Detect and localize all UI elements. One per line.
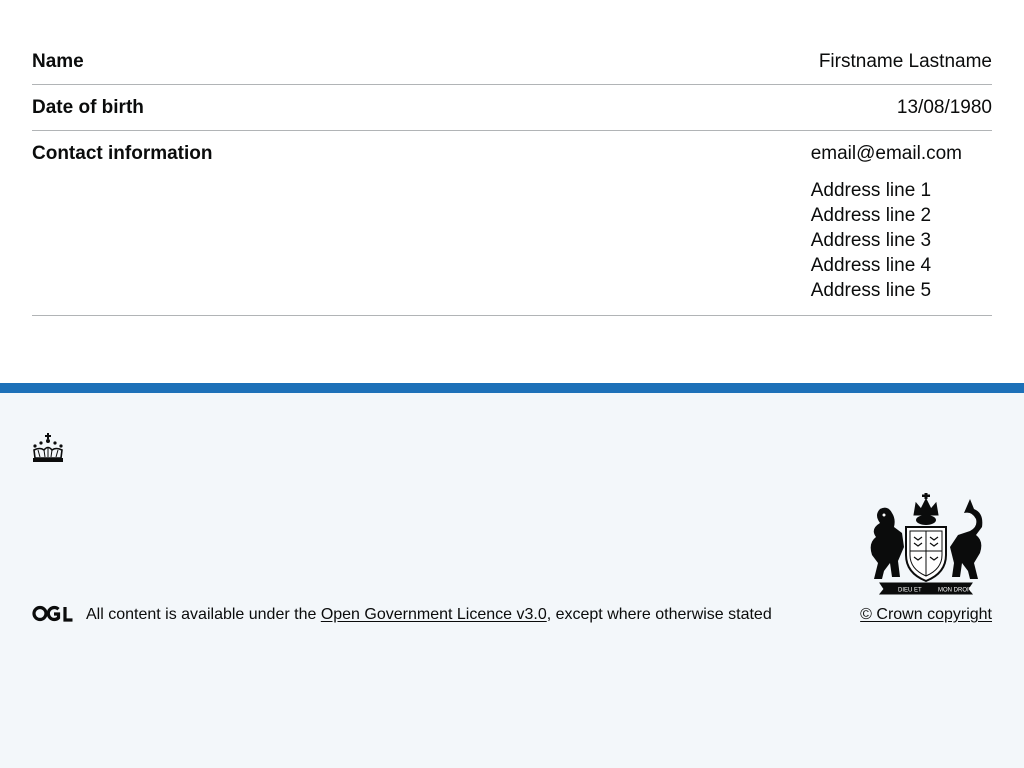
address-line: Address line 2 <box>810 205 932 226</box>
footer: All content is available under the Open … <box>0 383 1024 768</box>
address-line: Address line 1 <box>810 180 932 201</box>
summary-row-contact-information: Contact information email@email.com Addr… <box>32 131 992 316</box>
summary-value: Firstname Lastname <box>818 51 992 72</box>
coat-of-arms-motto-left: DIEU ET <box>898 588 922 594</box>
summary-row-name: Name Firstname Lastname <box>32 40 992 85</box>
address-line: Address line 5 <box>810 280 932 301</box>
royal-coat-of-arms-icon: DIEU ET MON DROIT <box>870 493 983 595</box>
address-line: Address line 3 <box>810 230 932 251</box>
licence-prefix: All content is available under the <box>86 606 321 623</box>
open-government-licence-link[interactable]: Open Government Licence v3.0 <box>321 606 547 623</box>
summary-row-date-of-birth: Date of birth 13/08/1980 <box>32 85 992 131</box>
summary-key: Name <box>32 51 84 72</box>
crown-icon <box>33 433 63 462</box>
address-line: Address line 4 <box>810 255 932 276</box>
contact-email: email@email.com <box>810 143 962 164</box>
coat-of-arms-motto-right: MON DROIT <box>938 588 973 594</box>
summary-value: 13/08/1980 <box>896 97 992 118</box>
summary-key: Date of birth <box>32 97 144 118</box>
summary-key: Contact information <box>32 143 213 164</box>
licence-statement: All content is available under the Open … <box>86 605 772 625</box>
licence-suffix: , except where otherwise stated <box>546 606 772 623</box>
contact-details: email@email.com Address line 1 Address l… <box>811 143 992 303</box>
crown-copyright-link[interactable]: © Crown copyright <box>860 605 992 625</box>
summary-list: Name Firstname Lastname Date of birth 13… <box>32 40 992 316</box>
ogl-logo-icon <box>32 605 73 622</box>
